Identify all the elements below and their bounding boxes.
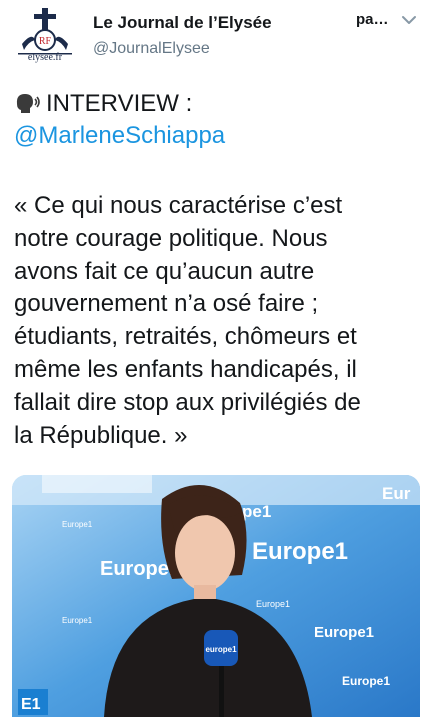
brand-text: Europe1 [256, 599, 290, 609]
svg-text:RF: RF [39, 36, 52, 47]
tweet-media-image[interactable]: Eur Europe1 pe1 Europe1 Europe1 Europe1 … [12, 475, 420, 717]
chevron-down-icon[interactable] [399, 10, 419, 30]
tweet-header: RF elysee.fr Le Journal de l’Elysée @Jou… [0, 0, 434, 80]
quote-line: étudiants, retraités, chômeurs et [14, 323, 357, 351]
brand-text: pe1 [242, 502, 271, 521]
avatar-caption: elysee.fr [27, 52, 63, 63]
quote-line: « Ce qui nous caractérise c’est [14, 192, 343, 219]
quote-line: même les enfants handicapés, il [14, 355, 357, 383]
quote-line: avons fait ce qu’aucun autre [14, 257, 315, 285]
quote-line: fallait dire stop aux privilégiés de [14, 388, 361, 416]
brand-text: Europe1 [62, 616, 93, 625]
tweet-quote: « Ce qui nous caractérise c’est notre co… [14, 190, 424, 452]
follow-button[interactable]: pa… [356, 11, 389, 28]
svg-text:europe1: europe1 [205, 645, 237, 654]
brand-text: Europe1 [62, 520, 93, 529]
author-display-name[interactable]: Le Journal de l’Elysée [93, 13, 272, 33]
tweet-headline-line: INTERVIEW : [14, 90, 192, 118]
mention-link[interactable]: @MarleneSchiappa [14, 122, 225, 150]
brand-text: Europe1 [314, 624, 374, 641]
brand-text: Eur [382, 484, 411, 503]
corner-logo: E1 [21, 696, 41, 713]
brand-text: Europe1 [252, 538, 348, 565]
quote-line: gouvernement n’a osé faire ; [14, 290, 319, 318]
brand-text: Europe1 [342, 674, 390, 688]
quote-line: notre courage politique. Nous [14, 224, 328, 252]
headline-text: INTERVIEW : [46, 90, 193, 117]
speaking-head-icon [16, 94, 40, 113]
quote-line: la République. » [14, 421, 188, 449]
author-handle[interactable]: @JournalElysee [93, 40, 210, 58]
